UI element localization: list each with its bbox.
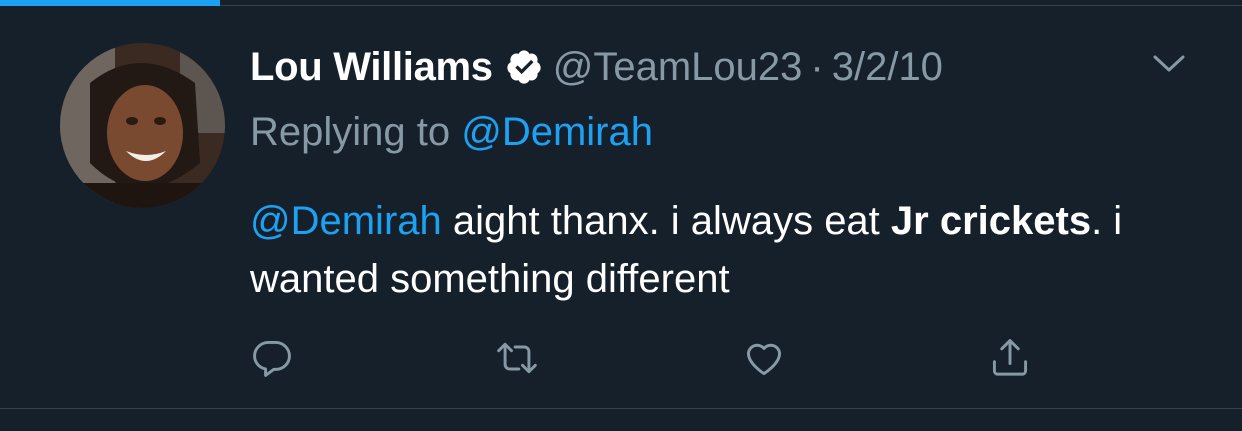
verified-badge-icon — [505, 48, 543, 86]
bottom-divider — [0, 408, 1242, 409]
avatar-image — [60, 43, 225, 208]
retweet-icon[interactable] — [495, 336, 539, 380]
reply-icon[interactable] — [250, 336, 294, 380]
user-handle[interactable]: @TeamLou23 — [553, 45, 803, 90]
tweet-date[interactable]: 3/2/10 — [832, 45, 943, 90]
body-bold: Jr crickets — [890, 199, 1092, 243]
separator-dot: · — [810, 44, 824, 89]
avatar[interactable] — [60, 43, 225, 208]
replying-to-label: Replying to — [250, 110, 462, 154]
body-text-1: aight thanx. i always eat — [441, 199, 891, 243]
tweet[interactable]: Lou Williams @TeamLou23 · 3/2/10 Replyin… — [0, 6, 1242, 408]
replying-to-line: Replying to @Demirah — [250, 110, 653, 155]
tweet-text: @Demirah aight thanx. i always eat Jr cr… — [250, 192, 1130, 308]
replying-to-mention[interactable]: @Demirah — [461, 110, 653, 154]
display-name[interactable]: Lou Williams — [250, 45, 493, 90]
heart-icon[interactable] — [742, 336, 786, 380]
share-icon[interactable] — [988, 336, 1032, 380]
tweet-header: Lou Williams @TeamLou23 · 3/2/10 — [250, 42, 943, 92]
body-mention[interactable]: @Demirah — [250, 199, 442, 243]
chevron-down-icon[interactable] — [1152, 53, 1186, 75]
tweet-actions — [250, 336, 1050, 380]
